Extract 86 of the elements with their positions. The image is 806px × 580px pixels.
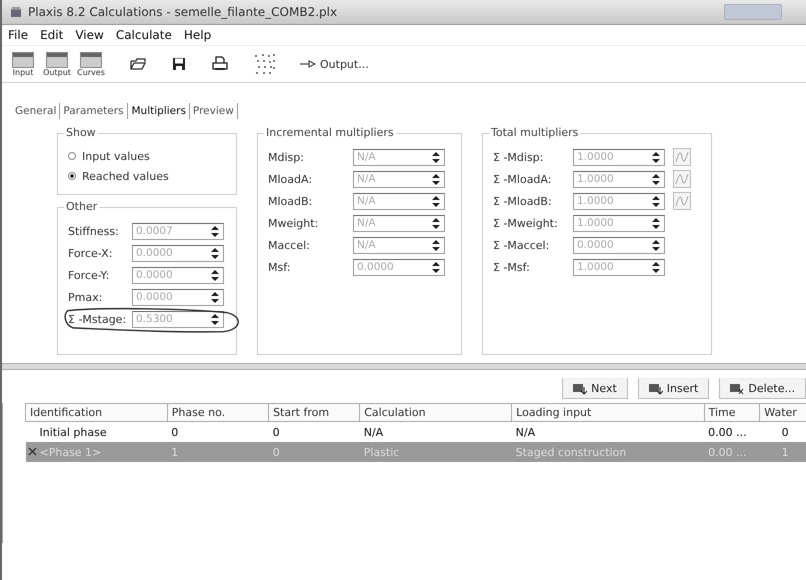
spin-arrows-icon[interactable] <box>430 216 442 230</box>
field-label: Force-Y: <box>68 268 110 282</box>
spin-arrows-icon[interactable] <box>650 260 662 274</box>
field-label: Σ -Mdisp: <box>493 150 544 164</box>
column-header[interactable]: Water <box>760 404 806 422</box>
column-header[interactable]: Start from <box>268 404 360 422</box>
spin-arrows-icon[interactable] <box>650 194 662 208</box>
spin-arrows-icon[interactable] <box>650 238 662 252</box>
folder-icon[interactable] <box>130 58 146 70</box>
tab[interactable]: General <box>12 103 60 119</box>
radio-option[interactable]: Input values <box>68 146 150 166</box>
table-cell: 1 <box>167 442 269 462</box>
field-label: Σ -MloadA: <box>493 172 552 186</box>
radio-button[interactable] <box>68 152 76 160</box>
spin-arrows-icon[interactable] <box>650 216 662 230</box>
spin-arrows-icon[interactable] <box>650 150 662 164</box>
table-cell: Staged construction <box>512 442 704 462</box>
spin-arrows-icon[interactable] <box>430 172 442 186</box>
table-delete-icon <box>730 382 744 394</box>
close-icon[interactable] <box>28 446 36 456</box>
output-button[interactable]: Output... <box>298 56 371 72</box>
field-label: Σ -Msf: <box>493 260 531 274</box>
spin-arrows-icon[interactable] <box>430 194 442 208</box>
table-cell: 0 <box>268 442 360 462</box>
spin-arrows-icon[interactable] <box>650 172 662 186</box>
table-cell: <Phase 1> <box>26 442 168 462</box>
radio-button[interactable] <box>68 172 76 180</box>
spin-arrows-icon[interactable] <box>430 260 442 274</box>
table-cell: N/A <box>512 422 704 442</box>
window-title: Plaxis 8.2 Calculations - semelle_filante_COMB2.plx <box>28 5 338 19</box>
table-cell: 1 <box>760 442 806 462</box>
table-cell: 0.00 ... <box>704 422 760 442</box>
field-label: Stiffness: <box>68 224 120 238</box>
menu-item[interactable]: File <box>8 28 28 42</box>
table-cell: 0 <box>167 422 269 442</box>
node-grid-icon[interactable] <box>254 53 276 75</box>
tab[interactable]: Preview <box>190 103 238 119</box>
column-header[interactable]: Time <box>704 404 760 422</box>
spin-arrows-icon[interactable] <box>209 246 221 260</box>
table-cell: 0 <box>268 422 360 442</box>
spin-arrows-icon[interactable] <box>209 268 221 282</box>
field-label: Σ -Mstage: <box>68 312 128 326</box>
spin-arrows-icon[interactable] <box>209 290 221 304</box>
phase-button[interactable]: Delete... <box>719 378 806 399</box>
group-title: Show <box>64 126 98 139</box>
table-cell: Plastic <box>360 442 512 462</box>
phase-button[interactable]: Insert <box>638 378 710 399</box>
menu-item[interactable]: Help <box>184 28 212 42</box>
field-label: Pmax: <box>68 290 104 304</box>
spin-arrows-icon[interactable] <box>209 312 221 326</box>
print-icon[interactable] <box>212 56 228 72</box>
table-row[interactable]: Initial phase 0 0 N/A N/A 0.00 ... 0 <box>26 422 806 442</box>
field-label: MloadA: <box>268 172 314 186</box>
column-header[interactable]: Loading input <box>512 404 704 422</box>
field-label: Σ -Maccel: <box>493 238 550 252</box>
field-label: Maccel: <box>268 238 311 252</box>
group-title: Other <box>64 200 100 213</box>
spin-arrows-icon[interactable] <box>209 224 221 238</box>
field-label: Force-X: <box>68 246 114 260</box>
table-insert-icon <box>573 382 588 394</box>
arrow-icon <box>300 60 316 68</box>
group-title: Incremental multipliers <box>264 126 396 139</box>
table-cell: 0 <box>760 422 806 442</box>
phase-button[interactable]: Next <box>562 378 628 399</box>
column-header[interactable]: Identification <box>26 404 168 422</box>
field-label: Mdisp: <box>268 150 305 164</box>
table-insert-icon <box>648 382 663 394</box>
spin-arrows-icon[interactable] <box>430 150 442 164</box>
menu-item[interactable]: Calculate <box>116 28 172 42</box>
table-cell: 0.00 ... <box>704 442 760 462</box>
radio-option[interactable]: Reached values <box>68 166 169 186</box>
field-label: MloadB: <box>268 194 314 208</box>
table-cell: N/A <box>360 422 512 442</box>
field-label: Mweight: <box>268 216 320 230</box>
column-header[interactable]: Calculation <box>360 404 512 422</box>
menu-item[interactable]: Edit <box>40 28 64 42</box>
menu-item[interactable]: View <box>75 28 104 42</box>
column-header[interactable]: Phase no. <box>167 404 269 422</box>
spin-arrows-icon[interactable] <box>430 238 442 252</box>
app-icon <box>10 6 22 18</box>
group-title: Total multipliers <box>489 126 580 139</box>
save-icon[interactable] <box>172 57 186 71</box>
field-label: Msf: <box>268 260 292 274</box>
field-label: Σ -MloadB: <box>493 194 553 208</box>
field-label: Σ -Mweight: <box>493 216 559 230</box>
table-cell: Initial phase <box>26 422 168 442</box>
